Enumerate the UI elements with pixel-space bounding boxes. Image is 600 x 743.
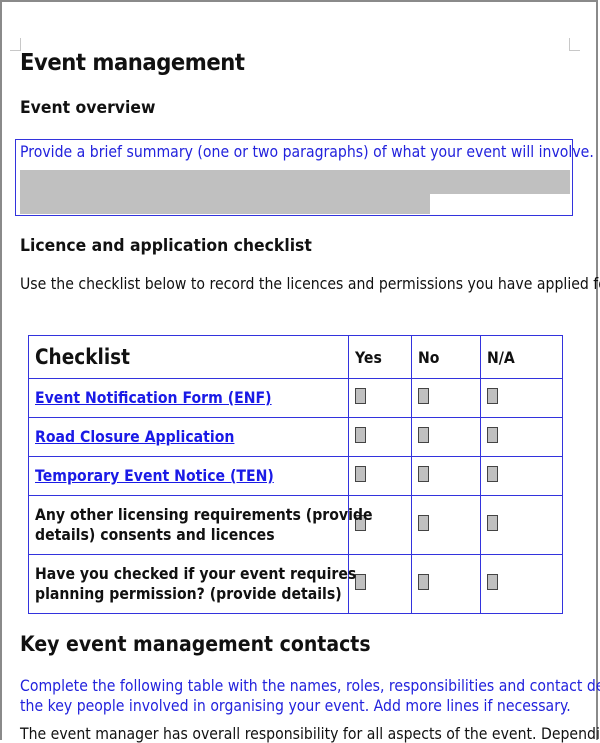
checkbox-yes[interactable] <box>355 466 366 482</box>
checklist-heading: Licence and application checklist <box>20 236 312 256</box>
checkbox-no[interactable] <box>418 574 429 590</box>
planning-permission-label: Have you checked if your event requires … <box>28 554 356 614</box>
checkbox-na[interactable] <box>487 466 498 482</box>
document-page: Event management Event overview Provide … <box>0 0 600 743</box>
event-summary-field[interactable]: Provide a brief summary (one or two para… <box>15 139 594 216</box>
checkbox-na[interactable] <box>487 388 498 404</box>
event-manager-paragraph: The event manager has overall responsibi… <box>20 724 600 743</box>
event-summary-prompt: Provide a brief summary (one or two para… <box>20 142 594 161</box>
temporary-event-notice-link[interactable]: Temporary Event Notice (TEN) <box>35 466 274 486</box>
checkbox-no[interactable] <box>418 388 429 404</box>
contacts-intro-line1: Complete the following table with the na… <box>20 676 600 695</box>
event-summary-input-area-line2[interactable] <box>20 194 430 214</box>
contacts-heading: Key event management contacts <box>20 632 371 656</box>
checkbox-na[interactable] <box>487 574 498 590</box>
table-row: Temporary Event Notice (TEN) <box>28 456 563 496</box>
table-row: Event Notification Form (ENF) <box>28 378 563 418</box>
document-title: Event management <box>20 50 245 76</box>
table-row: Have you checked if your event requires … <box>28 554 563 614</box>
checkbox-no[interactable] <box>418 427 429 443</box>
contacts-intro-line2: the key people involved in organising yo… <box>20 696 571 715</box>
checkbox-no[interactable] <box>418 515 429 531</box>
column-header-yes: Yes <box>348 335 412 379</box>
checkbox-na[interactable] <box>487 515 498 531</box>
contacts-intro: Complete the following table with the na… <box>20 676 600 716</box>
table-header-row: Checklist Yes No N/A <box>28 335 563 379</box>
event-overview-heading: Event overview <box>20 98 156 118</box>
checkbox-yes[interactable] <box>355 574 366 590</box>
other-licensing-label: Any other licensing requirements (provid… <box>28 495 373 555</box>
checkbox-na[interactable] <box>487 427 498 443</box>
checkbox-no[interactable] <box>418 466 429 482</box>
table-row: Any other licensing requirements (provid… <box>28 495 563 555</box>
checklist-intro: Use the checklist below to record the li… <box>20 274 600 293</box>
event-summary-input-area[interactable] <box>20 170 570 194</box>
checkbox-yes[interactable] <box>355 388 366 404</box>
page-corner-mark-top-right <box>569 38 580 51</box>
column-header-no: No <box>411 335 481 379</box>
licence-checklist-table: Checklist Yes No N/A Event Notification … <box>28 335 563 614</box>
table-row: Road Closure Application <box>28 417 563 457</box>
column-header-na: N/A <box>480 335 563 379</box>
checkbox-yes[interactable] <box>355 427 366 443</box>
column-header-checklist: Checklist <box>28 335 349 379</box>
road-closure-application-link[interactable]: Road Closure Application <box>35 427 234 447</box>
event-notification-form-link[interactable]: Event Notification Form (ENF) <box>35 388 272 408</box>
